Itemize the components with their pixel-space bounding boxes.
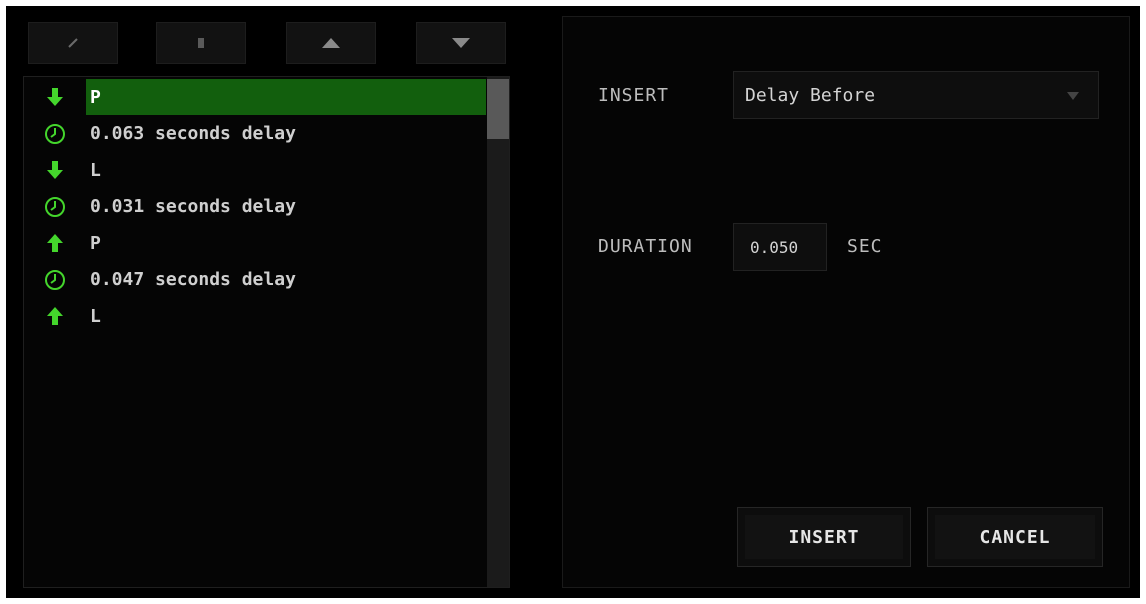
macro-list-item-label: L bbox=[90, 159, 101, 181]
macro-list-item[interactable]: L bbox=[24, 152, 486, 188]
insert-type-dropdown[interactable]: Delay Before bbox=[733, 71, 1099, 119]
insert-label: INSERT bbox=[598, 85, 670, 106]
clock-icon bbox=[24, 116, 86, 152]
macro-list-item[interactable]: L bbox=[24, 298, 486, 334]
macro-list-item-label: L bbox=[90, 305, 101, 327]
move-down-button[interactable] bbox=[416, 22, 506, 64]
duration-unit: SEC bbox=[847, 236, 883, 257]
macro-list-item-label: P bbox=[90, 232, 101, 254]
macro-editor-window: P 0.063 seconds delay L 0.031 seconds delay… bbox=[6, 6, 1140, 598]
clock-icon bbox=[24, 262, 86, 298]
insert-button-label: INSERT bbox=[745, 515, 903, 559]
delete-button[interactable] bbox=[156, 22, 246, 64]
arrow-down-icon bbox=[452, 38, 470, 48]
scrollbar-thumb[interactable] bbox=[487, 79, 509, 139]
macro-list-item[interactable]: P bbox=[24, 79, 486, 115]
macro-list-item-label: 0.047 seconds delay bbox=[90, 269, 296, 290]
duration-input[interactable] bbox=[733, 223, 827, 271]
arrow-up-icon bbox=[24, 298, 86, 334]
macro-list-item[interactable]: 0.031 seconds delay bbox=[24, 189, 486, 225]
duration-label: DURATION bbox=[598, 236, 693, 257]
edit-button[interactable] bbox=[28, 22, 118, 64]
arrow-up-icon bbox=[24, 225, 86, 261]
pencil-icon bbox=[68, 38, 78, 48]
chevron-down-icon bbox=[1067, 92, 1079, 100]
macro-list-item-label: P bbox=[86, 79, 486, 115]
trash-icon bbox=[198, 38, 204, 48]
arrow-down-icon bbox=[24, 79, 86, 115]
move-up-button[interactable] bbox=[286, 22, 376, 64]
cancel-button[interactable]: CANCEL bbox=[927, 507, 1103, 567]
insert-settings-panel: INSERT Delay Before DURATION SEC INSERT … bbox=[562, 16, 1130, 588]
scrollbar[interactable] bbox=[487, 77, 509, 587]
macro-list-item[interactable]: 0.047 seconds delay bbox=[24, 262, 486, 298]
macro-list-item-label: 0.063 seconds delay bbox=[90, 123, 296, 144]
macro-list-item[interactable]: 0.063 seconds delay bbox=[24, 116, 486, 152]
clock-icon bbox=[24, 189, 86, 225]
arrow-up-icon bbox=[322, 38, 340, 48]
cancel-button-label: CANCEL bbox=[935, 515, 1095, 559]
macro-list: P 0.063 seconds delay L 0.031 seconds delay… bbox=[23, 76, 510, 588]
arrow-down-icon bbox=[24, 152, 86, 188]
macro-list-item-label: 0.031 seconds delay bbox=[90, 196, 296, 217]
macro-list-item[interactable]: P bbox=[24, 225, 486, 261]
insert-type-value: Delay Before bbox=[745, 84, 876, 106]
insert-button[interactable]: INSERT bbox=[737, 507, 911, 567]
